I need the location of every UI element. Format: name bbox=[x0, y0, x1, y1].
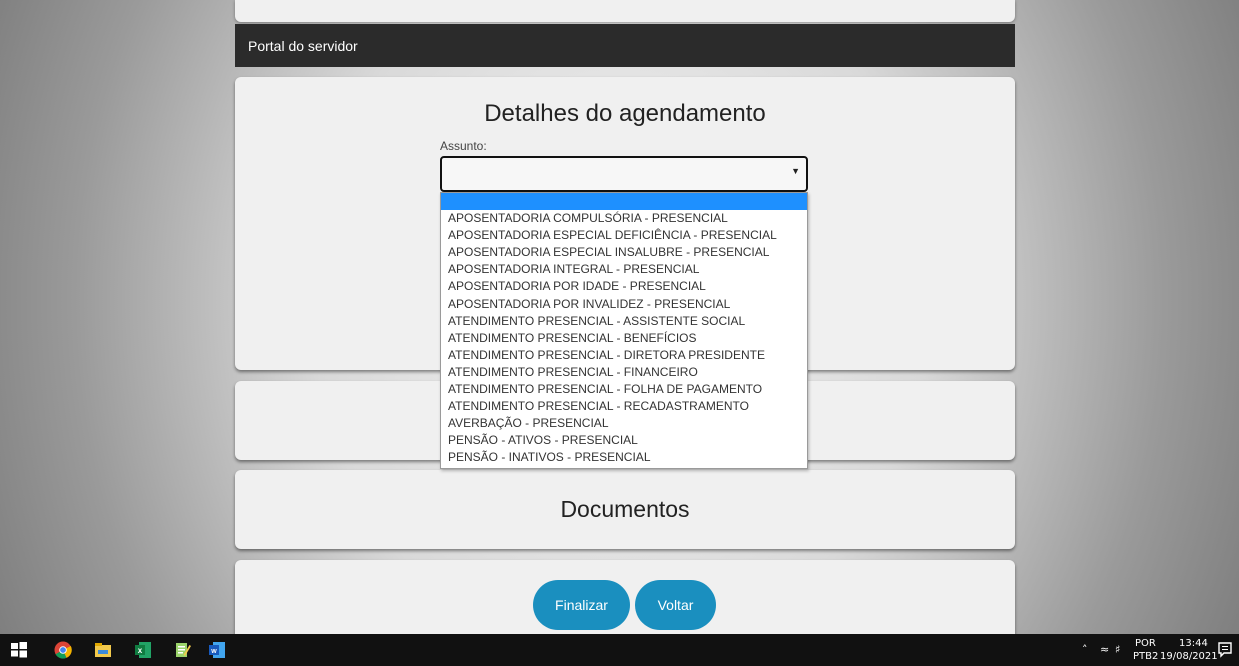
tray-chevron-up-icon[interactable]: ˄ bbox=[1082, 643, 1088, 666]
dropdown-arrow-icon: ▼ bbox=[791, 166, 800, 176]
subject-option[interactable]: APOSENTADORIA POR INVALIDEZ - PRESENCIAL bbox=[441, 296, 807, 313]
subject-option[interactable]: ATENDIMENTO PRESENCIAL - FOLHA DE PAGAME… bbox=[441, 381, 807, 398]
subject-option[interactable]: ATENDIMENTO PRESENCIAL - FINANCEIRO bbox=[441, 364, 807, 381]
subject-option[interactable]: APOSENTADORIA ESPECIAL DEFICIÊNCIA - PRE… bbox=[441, 227, 807, 244]
subject-dropdown-list[interactable]: APOSENTADORIA COMPULSÓRIA - PRESENCIAL A… bbox=[440, 192, 808, 469]
svg-text:x: x bbox=[138, 646, 143, 655]
finalizar-button[interactable]: Finalizar bbox=[533, 580, 630, 630]
notepad-icon[interactable] bbox=[174, 641, 192, 659]
wifi-icon[interactable]: ≈ bbox=[1100, 643, 1109, 666]
subject-select[interactable]: ▼ bbox=[440, 156, 808, 192]
documents-card: Documentos bbox=[235, 470, 1015, 549]
subject-option[interactable]: PENSÃO - INATIVOS - PRESENCIAL bbox=[441, 449, 807, 466]
chrome-icon[interactable] bbox=[54, 641, 72, 659]
details-title: Detalhes do agendamento bbox=[484, 100, 766, 127]
file-explorer-icon[interactable] bbox=[94, 641, 112, 659]
keyboard-layout[interactable]: PTB2 bbox=[1133, 651, 1158, 666]
subject-option[interactable]: ATENDIMENTO PRESENCIAL - BENEFÍCIOS bbox=[441, 330, 807, 347]
subject-option[interactable]: APOSENTADORIA ESPECIAL INSALUBRE - PRESE… bbox=[441, 244, 807, 261]
subject-option[interactable]: APOSENTADORIA COMPULSÓRIA - PRESENCIAL bbox=[441, 210, 807, 227]
svg-text:w: w bbox=[210, 648, 217, 655]
volume-icon[interactable]: ♯ bbox=[1115, 643, 1120, 666]
subject-option[interactable]: AVERBAÇÃO - PRESENCIAL bbox=[441, 415, 807, 432]
documents-title: Documentos bbox=[560, 496, 690, 522]
subject-option[interactable]: ATENDIMENTO PRESENCIAL - RECADASTRAMENTO bbox=[441, 398, 807, 415]
voltar-button[interactable]: Voltar bbox=[635, 580, 716, 630]
top-card bbox=[235, 0, 1015, 22]
portal-header: Portal do servidor bbox=[235, 24, 1015, 67]
subject-option-empty[interactable] bbox=[441, 193, 807, 211]
subject-option[interactable]: ATENDIMENTO PRESENCIAL - DIRETORA PRESID… bbox=[441, 347, 807, 364]
notification-icon[interactable] bbox=[1218, 642, 1232, 658]
taskbar: x w ˄ ≈ ♯ POR PTB2 13:44 19/08/2021 bbox=[0, 634, 1239, 666]
excel-icon[interactable]: x bbox=[134, 641, 152, 659]
subject-option[interactable]: APOSENTADORIA POR IDADE - PRESENCIAL bbox=[441, 278, 807, 295]
subject-option[interactable]: APOSENTADORIA INTEGRAL - PRESENCIAL bbox=[441, 261, 807, 278]
portal-title: Portal do servidor bbox=[248, 38, 358, 54]
windows-start-icon[interactable] bbox=[10, 641, 28, 659]
word-icon[interactable]: w bbox=[208, 641, 226, 659]
clock-date[interactable]: 19/08/2021 bbox=[1160, 651, 1218, 666]
subject-label: Assunto: bbox=[440, 139, 487, 153]
subject-option[interactable]: PENSÃO - ATIVOS - PRESENCIAL bbox=[441, 432, 807, 449]
subject-option[interactable]: ATENDIMENTO PRESENCIAL - ASSISTENTE SOCI… bbox=[441, 313, 807, 330]
